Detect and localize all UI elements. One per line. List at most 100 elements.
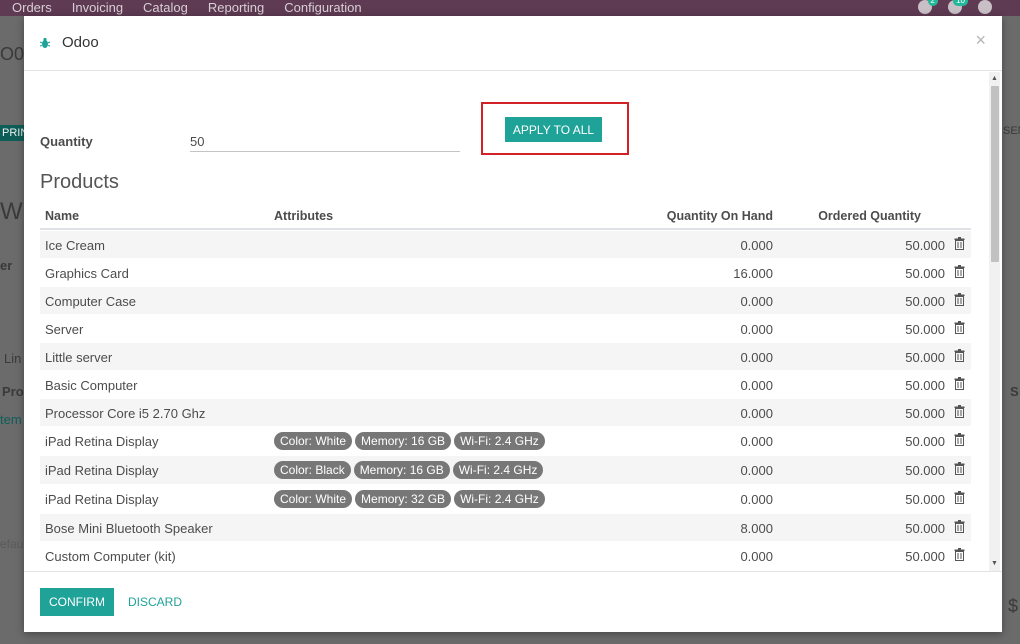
messages-badge: 10 [953,0,968,6]
quantity-input[interactable] [190,132,460,152]
trash-icon[interactable] [954,377,965,390]
table-row[interactable]: Custom Computer (kit) 0.000 50.000 [40,541,971,569]
quantity-on-hand: 0.000 [740,238,773,253]
scroll-up-icon[interactable]: ▲ [989,72,1000,86]
quantity-label: Quantity [40,134,93,149]
table-row[interactable]: Little server 0.000 50.000 [40,342,971,370]
ordered-quantity[interactable]: 50.000 [905,238,945,253]
product-name: iPad Retina Display [45,492,159,507]
systray: 2 10 [918,0,992,14]
attribute-tag: Color: White [274,490,353,508]
product-name: Little server [45,350,113,365]
close-icon[interactable]: × [975,30,986,51]
quantity-on-hand: 0.000 [740,549,773,564]
product-name: Graphics Card [45,266,129,281]
column-name[interactable]: Name [45,209,79,223]
table-row[interactable]: Graphics Card 16.000 50.000 [40,258,971,286]
product-name: Custom Computer (kit) [45,549,176,564]
quantity-on-hand: 0.000 [740,350,773,365]
ordered-quantity[interactable]: 50.000 [905,350,945,365]
ordered-quantity[interactable]: 50.000 [905,294,945,309]
quantity-on-hand: 0.000 [740,378,773,393]
bug-icon [39,37,51,48]
attribute-tag: Wi-Fi: 2.4 GHz [452,461,544,479]
ordered-quantity[interactable]: 50.000 [905,521,945,536]
bg-fragment: tem [0,412,22,427]
attribute-tags: Color: White Memory: 16 GB Wi-Fi: 2.4 GHz [274,432,545,450]
column-attributes[interactable]: Attributes [274,209,333,223]
trash-icon[interactable] [954,433,965,446]
trash-icon[interactable] [954,237,965,250]
table-row[interactable]: iPad Retina Display Color: Black Memory: 1… [40,455,971,484]
menu-catalog[interactable]: Catalog [143,1,188,15]
ordered-quantity[interactable]: 50.000 [905,549,945,564]
table-row[interactable]: Bose Mini Bluetooth Speaker 8.000 50.000 [40,513,971,541]
product-name: Basic Computer [45,378,138,393]
ordered-quantity[interactable]: 50.000 [905,463,945,478]
apply-to-all-button[interactable]: APPLY TO ALL [505,117,602,142]
trash-icon[interactable] [954,405,965,418]
trash-icon[interactable] [954,520,965,533]
activity-icon[interactable]: 2 [918,0,938,14]
scroll-thumb[interactable] [991,86,999,262]
ordered-quantity[interactable]: 50.000 [905,434,945,449]
ordered-quantity[interactable]: 50.000 [905,322,945,337]
discard-button[interactable]: DISCARD [128,595,182,609]
product-name: Processor Core i5 2.70 Ghz [45,406,206,421]
bg-fragment: Pro [2,384,24,399]
product-name: Bose Mini Bluetooth Speaker [45,521,213,536]
attribute-tag: Wi-Fi: 2.4 GHz [454,490,545,508]
table-row[interactable]: Computer Case 0.000 50.000 [40,286,971,314]
trash-icon[interactable] [954,491,965,504]
confirm-button[interactable]: CONFIRM [40,588,114,616]
column-on-hand[interactable]: Quantity On Hand [667,209,773,223]
product-dialog: Odoo × Quantity APPLY TO ALL Products Na… [24,16,1002,632]
scroll-down-icon[interactable]: ▼ [989,557,1000,571]
quantity-on-hand: 0.000 [740,294,773,309]
quantity-on-hand: 0.000 [740,406,773,421]
menu-orders[interactable]: Orders [12,1,52,15]
ordered-quantity[interactable]: 50.000 [905,492,945,507]
quantity-on-hand: 0.000 [740,322,773,337]
trash-icon[interactable] [954,265,965,278]
bg-fragment: O0 [0,44,25,64]
attribute-tag: Color: White [274,432,353,450]
table-row[interactable]: Basic Computer 0.000 50.000 [40,370,971,398]
table-row[interactable]: iPad Retina Display Color: White Memory: 3… [40,484,971,513]
trash-icon[interactable] [954,321,965,334]
ordered-quantity[interactable]: 50.000 [905,406,945,421]
activity-badge: 2 [927,0,938,6]
ordered-quantity[interactable]: 50.000 [905,266,945,281]
bg-fragment: S [1010,384,1019,399]
messages-icon[interactable]: 10 [948,0,968,14]
main-menu: Orders Invoicing Catalog Reporting Confi… [12,1,382,15]
dialog-body: Quantity APPLY TO ALL Products Name Attr… [24,72,1002,571]
scrollbar[interactable]: ▲ ▼ [989,72,1000,571]
table-row[interactable]: iPad Retina Display Color: White Memory: 1… [40,426,971,455]
product-name: Ice Cream [45,238,105,253]
menu-configuration[interactable]: Configuration [284,1,361,15]
table-body: Ice Cream 0.000 50.000 Graphics Card 16.000 5… [40,230,971,569]
quantity-on-hand: 0.000 [740,463,773,478]
attribute-tag: Memory: 16 GB [353,461,450,479]
trash-icon[interactable] [954,548,965,561]
product-name: iPad Retina Display [45,463,159,478]
ordered-quantity[interactable]: 50.000 [905,378,945,393]
quantity-on-hand: 8.000 [740,521,773,536]
table-row[interactable]: Processor Core i5 2.70 Ghz 0.000 50.000 [40,398,971,426]
attribute-tag: Memory: 32 GB [355,490,452,508]
table-row[interactable]: Server 0.000 50.000 [40,314,971,342]
trash-icon[interactable] [954,462,965,475]
table-row[interactable]: Ice Cream 0.000 50.000 [40,230,971,258]
trash-icon[interactable] [954,293,965,306]
quantity-on-hand: 0.000 [740,434,773,449]
table-header: Name Attributes Quantity On Hand Ordered… [40,202,971,230]
trash-icon[interactable] [954,349,965,362]
menu-reporting[interactable]: Reporting [208,1,264,15]
top-navbar: Orders Invoicing Catalog Reporting Confi… [0,0,1020,16]
attribute-tag: Wi-Fi: 2.4 GHz [454,432,545,450]
menu-invoicing[interactable]: Invoicing [72,1,123,15]
dialog-footer: CONFIRM DISCARD [24,571,1002,632]
column-ordered[interactable]: Ordered Quantity [818,209,921,223]
debug-icon[interactable] [978,0,992,14]
